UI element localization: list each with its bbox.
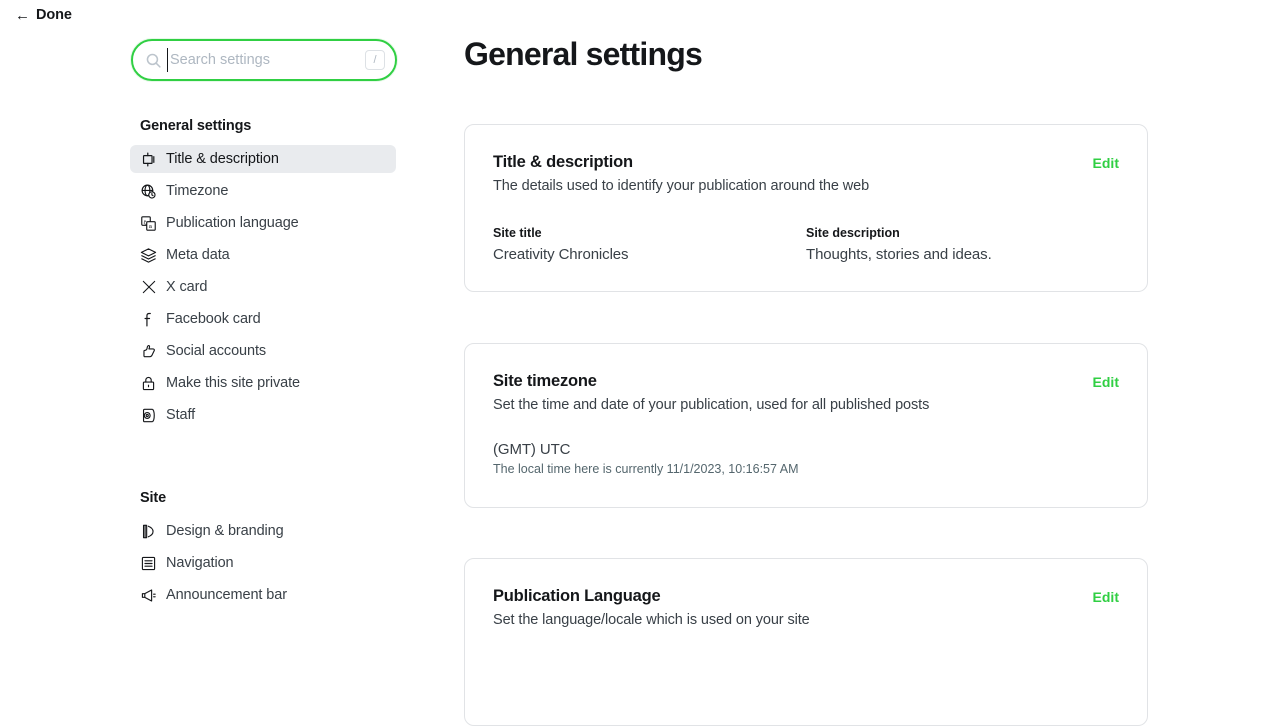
sidebar-item-meta-data[interactable]: Meta data <box>130 241 396 269</box>
page-title: General settings <box>464 36 703 72</box>
card-title: Title & description <box>493 153 633 171</box>
done-back-button[interactable]: ← Done <box>15 6 72 24</box>
card-header-text: Site timezone Set the time and date of y… <box>493 372 1093 413</box>
card-title-description: Title & description The details used to … <box>464 124 1148 292</box>
field-label: Site description <box>806 226 900 240</box>
sidebar-item-label: X card <box>166 279 208 295</box>
card-subtitle: The details used to identify your public… <box>493 178 870 194</box>
sidebar-item-label: Make this site private <box>166 375 300 391</box>
sidebar-item-x-card[interactable]: X card <box>130 273 396 301</box>
sidebar-item-label: Navigation <box>166 555 234 571</box>
sidebar-item-label: Timezone <box>166 183 229 199</box>
sidebar-item-publication-language[interactable]: ع a Publication language <box>130 209 396 237</box>
facebook-logo-icon <box>140 311 157 328</box>
card-fields: Site title Creativity Chronicles Site de… <box>493 226 1119 263</box>
sidebar-item-navigation[interactable]: Navigation <box>130 549 396 577</box>
sidebar-group-site: Site Design & branding Navigation Announ… <box>130 490 396 613</box>
sidebar-item-staff[interactable]: Staff <box>130 401 396 429</box>
local-time-note: The local time here is currently 11/1/20… <box>493 462 799 476</box>
edit-button-site-timezone[interactable]: Edit <box>1093 372 1119 390</box>
card-subtitle: Set the time and date of your publicatio… <box>493 397 930 413</box>
megaphone-icon <box>140 587 157 604</box>
main-content: General settings Title & description The… <box>464 0 1164 726</box>
card-title: Publication Language <box>493 587 661 605</box>
card-title: Site timezone <box>493 372 597 390</box>
edit-button-title-description[interactable]: Edit <box>1093 153 1119 171</box>
list-menu-icon <box>140 555 157 572</box>
search-input[interactable] <box>167 48 365 72</box>
card-site-timezone: Site timezone Set the time and date of y… <box>464 343 1148 508</box>
field-site-title: Site title Creativity Chronicles <box>493 226 806 263</box>
card-header: Title & description The details used to … <box>493 153 1119 194</box>
paintbrush-icon <box>140 523 157 540</box>
search-icon <box>145 52 162 69</box>
timezone-value: (GMT) UTC <box>493 441 571 458</box>
sidebar-item-timezone[interactable]: Timezone <box>130 177 396 205</box>
sidebar-item-label: Title & description <box>166 151 279 167</box>
sidebar-item-label: Facebook card <box>166 311 261 327</box>
field-value: Creativity Chronicles <box>493 246 629 263</box>
sidebar-group-title: Site <box>140 490 166 506</box>
card-header: Site timezone Set the time and date of y… <box>493 372 1119 413</box>
x-logo-icon <box>140 279 157 296</box>
settings-sidebar: / General settings Title & description <box>130 0 430 630</box>
edit-button-publication-language[interactable]: Edit <box>1093 587 1119 605</box>
card-header: Publication Language Set the language/lo… <box>493 587 1119 628</box>
sidebar-group-general-settings: General settings Title & description Tim… <box>130 118 396 433</box>
sidebar-item-label: Meta data <box>166 247 230 263</box>
lock-icon <box>140 375 157 392</box>
sidebar-list-general: Title & description Timezone ع a Publica… <box>130 145 396 429</box>
done-button-label: Done <box>36 7 72 23</box>
thumbs-up-icon <box>140 343 157 360</box>
sidebar-item-make-site-private[interactable]: Make this site private <box>130 369 396 397</box>
layers-icon <box>140 247 157 264</box>
card-publication-language: Publication Language Set the language/lo… <box>464 558 1148 726</box>
sidebar-item-facebook-card[interactable]: Facebook card <box>130 305 396 333</box>
globe-clock-icon <box>140 183 157 200</box>
sidebar-item-design-branding[interactable]: Design & branding <box>130 517 396 545</box>
sidebar-list-site: Design & branding Navigation Announcemen… <box>130 517 396 609</box>
sidebar-item-label: Announcement bar <box>166 587 287 603</box>
sidebar-item-label: Staff <box>166 407 196 423</box>
field-site-description: Site description Thoughts, stories and i… <box>806 226 1119 263</box>
staff-badge-icon <box>140 407 157 424</box>
timezone-value-block: (GMT) UTC The local time here is current… <box>493 441 1119 476</box>
sidebar-item-social-accounts[interactable]: Social accounts <box>130 337 396 365</box>
search-shortcut-key: / <box>365 50 385 70</box>
card-header-text: Publication Language Set the language/lo… <box>493 587 1093 628</box>
field-value: Thoughts, stories and ideas. <box>806 246 992 263</box>
sidebar-item-label: Publication language <box>166 215 299 231</box>
search-settings-box[interactable]: / <box>131 39 397 81</box>
arrow-left-icon: ← <box>15 6 30 24</box>
sidebar-item-announcement-bar[interactable]: Announcement bar <box>130 581 396 609</box>
sidebar-item-label: Design & branding <box>166 523 284 539</box>
sidebar-item-label: Social accounts <box>166 343 267 359</box>
card-header-text: Title & description The details used to … <box>493 153 1093 194</box>
sidebar-group-title: General settings <box>140 118 252 134</box>
field-label: Site title <box>493 226 542 240</box>
sidebar-item-title-description[interactable]: Title & description <box>130 145 396 173</box>
translate-icon: ع a <box>140 215 157 232</box>
card-subtitle: Set the language/locale which is used on… <box>493 612 810 628</box>
title-description-icon <box>140 151 157 168</box>
